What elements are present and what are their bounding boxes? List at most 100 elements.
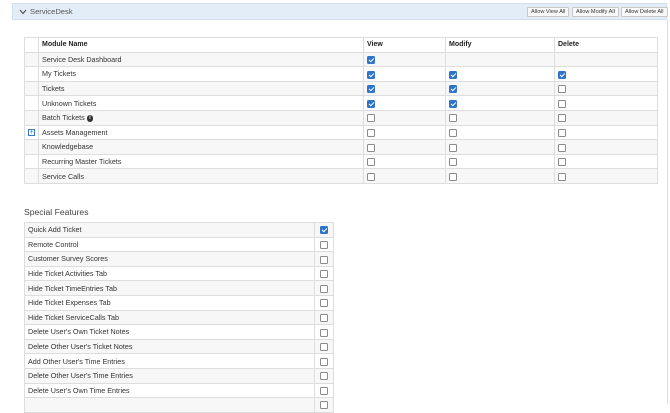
delete-cell xyxy=(554,95,658,111)
my-tickets-modify-checkbox[interactable] xyxy=(449,70,457,79)
info-icon[interactable]: i xyxy=(86,115,94,122)
batch-tickets-modify-checkbox[interactable] xyxy=(449,114,457,123)
view-cell xyxy=(363,66,446,82)
allow-view-all-button[interactable]: Allow View All xyxy=(527,7,570,17)
hide-ticket-activities-tab-checkbox[interactable] xyxy=(320,270,328,279)
feature-checkbox-cell xyxy=(314,367,334,384)
remote-control-checkbox[interactable] xyxy=(320,240,328,249)
feature-checkbox-cell xyxy=(314,324,334,340)
knowledgebase-delete-checkbox[interactable] xyxy=(558,143,566,152)
expand-cell xyxy=(24,80,39,97)
allow-delete-all-button[interactable]: Allow Delete All xyxy=(621,7,668,17)
module-name-cell: Assets Management xyxy=(38,124,364,141)
view-cell xyxy=(363,109,446,126)
module-name: Knowledgebase xyxy=(42,142,94,152)
recurring-master-tickets-view-checkbox[interactable] xyxy=(367,158,375,167)
feature-label: Hide Ticket TimeEntries Tab xyxy=(24,280,315,296)
recurring-master-tickets-modify-checkbox[interactable] xyxy=(449,158,457,167)
allow-modify-all-button[interactable]: Allow Modify All xyxy=(572,7,619,17)
chevron-down-icon[interactable] xyxy=(19,9,27,15)
table-row: My Tickets xyxy=(24,66,658,82)
delete-other-user-s-time-entries-checkbox[interactable] xyxy=(320,372,328,381)
delete-cell xyxy=(554,66,658,82)
delete-user-s-own-ticket-notes-checkbox[interactable] xyxy=(320,328,328,337)
feature-checkbox-cell xyxy=(314,309,334,326)
modify-cell xyxy=(445,153,555,170)
service-calls-view-checkbox[interactable] xyxy=(367,172,375,181)
assets-management-modify-checkbox[interactable] xyxy=(449,128,457,137)
feature-checkbox-cell xyxy=(314,338,334,355)
feature-label: Delete User's Own Time Entries xyxy=(24,382,315,399)
expand-cell xyxy=(24,66,39,82)
service-calls-modify-checkbox[interactable] xyxy=(449,172,457,181)
list-item: Hide Ticket Activities Tab xyxy=(24,265,334,282)
recurring-master-tickets-delete-checkbox[interactable] xyxy=(558,158,566,167)
view-cell xyxy=(363,95,446,111)
unknown-tickets-modify-checkbox[interactable] xyxy=(449,99,457,108)
module-name-header: Module Name xyxy=(38,37,364,53)
expand-cell xyxy=(24,153,39,170)
add-other-user-s-time-entries-checkbox[interactable] xyxy=(320,357,328,366)
batch-tickets-view-checkbox[interactable] xyxy=(367,114,375,123)
module-permissions-table: Module Name View Modify Delete Service D… xyxy=(24,37,658,184)
unknown-tickets-view-checkbox[interactable] xyxy=(367,99,375,108)
list-item: Delete User's Own Ticket Notes xyxy=(24,324,334,340)
tickets-view-checkbox[interactable] xyxy=(367,85,375,94)
tickets-delete-checkbox[interactable] xyxy=(558,85,566,94)
service-calls-delete-checkbox[interactable] xyxy=(558,172,566,181)
list-item: Quick Add Ticket xyxy=(24,222,334,238)
feature-checkbox-cell xyxy=(314,397,334,413)
module-name-cell: Recurring Master Tickets xyxy=(38,153,364,170)
module-name: Unknown Tickets xyxy=(42,98,97,108)
module-name: Assets Management xyxy=(42,127,108,137)
module-name-cell: Batch Tickets i xyxy=(38,109,364,126)
feature-label: Add Other User's Time Entries xyxy=(24,353,315,369)
hide-ticket-expenses-tab-checkbox[interactable] xyxy=(320,299,328,308)
delete-other-user-s-ticket-notes-checkbox[interactable] xyxy=(320,343,328,352)
feature-label xyxy=(24,397,315,413)
feature-checkbox-cell xyxy=(314,294,334,311)
expand-cell xyxy=(24,109,39,126)
module-name-cell: Service Calls xyxy=(38,168,364,184)
expand-cell[interactable]: + xyxy=(24,124,39,141)
module-name: Service Calls xyxy=(42,171,84,181)
my-tickets-delete-checkbox[interactable] xyxy=(558,70,566,79)
knowledgebase-view-checkbox[interactable] xyxy=(367,143,375,152)
expand-plus-icon[interactable]: + xyxy=(28,129,35,137)
modify-cell xyxy=(445,124,555,141)
hide-ticket-timeentries-tab-checkbox[interactable] xyxy=(320,284,328,293)
modify-cell xyxy=(445,109,555,126)
table-row: Batch Tickets i xyxy=(24,109,658,126)
feature-checkbox-cell xyxy=(314,236,334,253)
feature-label: Delete User's Own Ticket Notes xyxy=(24,324,315,340)
feature-label: Delete Other User's Ticket Notes xyxy=(24,338,315,355)
my-tickets-view-checkbox[interactable] xyxy=(367,70,375,79)
modify-header: Modify xyxy=(445,37,555,53)
table-row: Service Calls xyxy=(24,168,658,184)
feature-label: Hide Ticket ServiceCalls Tab xyxy=(24,309,315,326)
knowledgebase-modify-checkbox[interactable] xyxy=(449,143,457,152)
delete-user-s-own-time-entries-checkbox[interactable] xyxy=(320,386,328,395)
batch-tickets-delete-checkbox[interactable] xyxy=(558,114,566,123)
expand-cell xyxy=(24,168,39,184)
special-features-table: Quick Add Ticket Remote Control Customer S… xyxy=(24,222,334,413)
view-cell xyxy=(363,139,446,155)
module-name-cell: Knowledgebase xyxy=(38,139,364,155)
assets-management-view-checkbox[interactable] xyxy=(367,128,375,137)
assets-management-delete-checkbox[interactable] xyxy=(558,128,566,137)
table-row: Unknown Tickets xyxy=(24,95,658,111)
feature-checkbox[interactable] xyxy=(320,401,328,410)
tickets-modify-checkbox[interactable] xyxy=(449,85,457,94)
view-cell xyxy=(363,80,446,97)
servicedesk-section-header[interactable]: ServiceDesk Allow View All Allow Modify … xyxy=(12,3,668,20)
feature-checkbox-cell xyxy=(314,265,334,282)
hide-ticket-servicecalls-tab-checkbox[interactable] xyxy=(320,313,328,322)
customer-survey-scores-checkbox[interactable] xyxy=(320,255,328,264)
quick-add-ticket-checkbox[interactable] xyxy=(320,226,328,235)
service-desk-dashboard-view-checkbox[interactable] xyxy=(367,55,375,64)
panel-border xyxy=(667,20,668,404)
unknown-tickets-delete-checkbox[interactable] xyxy=(558,99,566,108)
view-cell xyxy=(363,51,446,68)
list-item: Hide Ticket ServiceCalls Tab xyxy=(24,309,334,326)
list-item: Hide Ticket TimeEntries Tab xyxy=(24,280,334,296)
